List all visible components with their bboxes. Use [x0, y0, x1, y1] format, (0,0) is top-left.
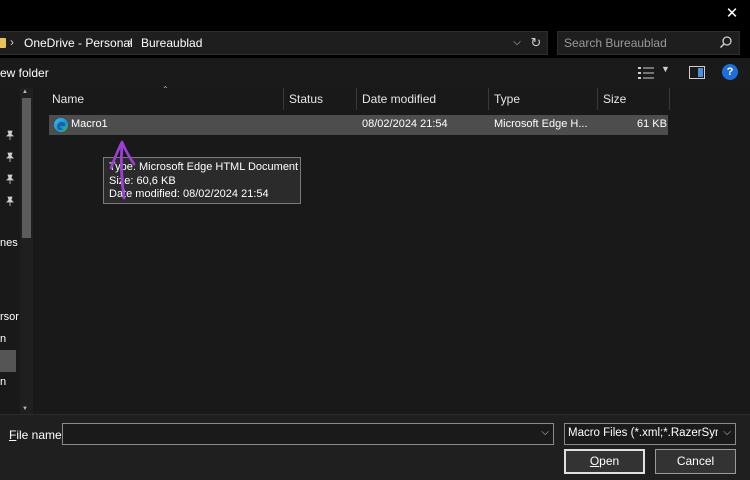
nav-item[interactable]: n	[0, 376, 6, 388]
nav-item[interactable]: n	[0, 333, 6, 345]
address-row: › OneDrive - Personal › Bureaublad ⌵ ↻	[0, 28, 750, 58]
file-type-value: Macro Files (*.xml;*.RazerSynapse)	[568, 427, 718, 439]
tooltip-type: Type: Microsoft Edge HTML Document	[109, 161, 299, 173]
nav-scrollbar-thumb[interactable]	[22, 98, 31, 238]
file-name-input[interactable]	[67, 426, 527, 442]
address-bar[interactable]: › OneDrive - Personal › Bureaublad ⌵ ↻	[0, 31, 548, 55]
breadcrumb-separator: ›	[10, 35, 14, 49]
nav-item-selected[interactable]	[0, 350, 16, 372]
chevron-down-icon[interactable]: ⌵	[723, 427, 731, 438]
file-date-modified: 08/02/2024 21:54	[362, 118, 448, 130]
column-header-date-modified[interactable]: Date modified	[358, 88, 489, 110]
pin-icon	[6, 152, 14, 162]
pin-icon	[6, 174, 14, 184]
search-icon[interactable]	[719, 35, 733, 49]
file-type: Microsoft Edge H...	[494, 118, 588, 130]
file-tooltip: Type: Microsoft Edge HTML Document Size:…	[103, 157, 301, 204]
chevron-down-icon[interactable]: ⌵	[510, 36, 524, 50]
column-header-size[interactable]: Size	[599, 88, 670, 110]
file-size: 61 KB	[637, 118, 667, 130]
preview-pane-icon[interactable]	[689, 66, 705, 79]
file-name-combobox[interactable]: ⌵	[62, 423, 554, 445]
dialog-footer: File name: ⌵ Macro Files (*.xml;*.RazerS…	[0, 414, 750, 480]
open-button[interactable]: Open	[564, 449, 645, 474]
scroll-down-icon[interactable]: ▼	[22, 406, 28, 412]
nav-item[interactable]: rsor	[0, 311, 19, 323]
title-bar: ✕	[0, 0, 750, 28]
close-icon[interactable]: ✕	[722, 4, 742, 24]
navigation-pane: nes rsor n n ▲ ▼	[0, 88, 34, 414]
scroll-up-icon[interactable]: ▲	[22, 89, 28, 95]
cancel-button[interactable]: Cancel	[655, 449, 736, 474]
search-input[interactable]	[564, 35, 714, 51]
file-name: Macro1	[71, 118, 108, 130]
table-row[interactable]: Macro1 08/02/2024 21:54 Microsoft Edge H…	[49, 115, 668, 135]
nav-scrollbar[interactable]: ▲ ▼	[20, 88, 33, 414]
column-header-status[interactable]: Status	[285, 88, 357, 110]
pin-icon	[6, 130, 14, 140]
tooltip-date: Date modified: 08/02/2024 21:54	[109, 188, 269, 200]
file-name-label: File name:	[9, 428, 66, 442]
refresh-icon[interactable]: ↻	[528, 35, 544, 51]
new-folder-button[interactable]: ew folder	[0, 66, 49, 80]
file-list: Name ⌃ Status Date modified Type Size Ma…	[34, 85, 750, 414]
help-icon[interactable]: ?	[722, 64, 738, 80]
toolbar: ew folder ▼ ?	[0, 58, 750, 88]
file-type-select[interactable]: Macro Files (*.xml;*.RazerSynapse) ⌵	[564, 423, 736, 445]
search-box[interactable]	[557, 31, 740, 55]
folder-icon	[0, 38, 6, 48]
tooltip-size: Size: 60,6 KB	[109, 174, 176, 187]
view-details-icon[interactable]	[638, 66, 654, 80]
column-header-type[interactable]: Type	[490, 88, 598, 110]
pin-icon	[6, 196, 14, 206]
breadcrumb-onedrive[interactable]: OneDrive - Personal	[24, 36, 133, 50]
chevron-down-icon[interactable]: ⌵	[541, 427, 549, 438]
edge-file-icon	[54, 118, 68, 132]
breadcrumb-bureaublad[interactable]: Bureaublad	[141, 36, 202, 50]
nav-item[interactable]: nes	[0, 237, 18, 249]
chevron-down-icon[interactable]: ▼	[661, 64, 670, 74]
breadcrumb-separator: ›	[128, 35, 132, 49]
sort-ascending-icon: ⌃	[162, 85, 169, 94]
column-headers: Name ⌃ Status Date modified Type Size	[34, 85, 750, 110]
